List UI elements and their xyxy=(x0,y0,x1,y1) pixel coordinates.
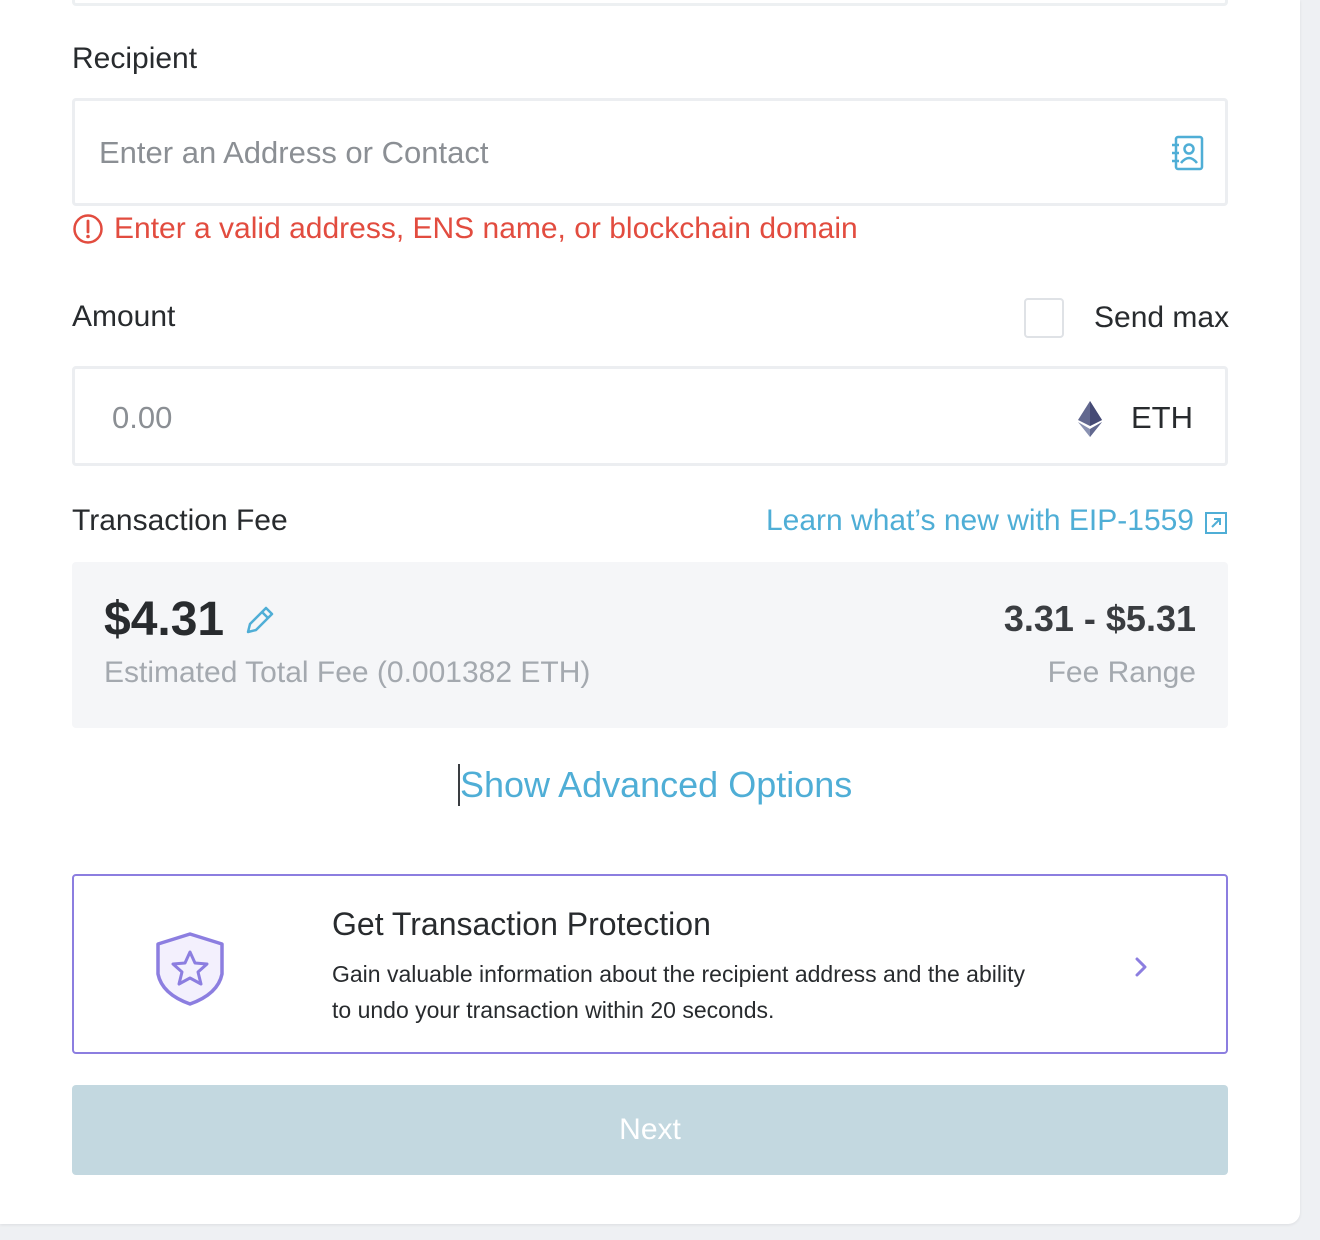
currency-label: ETH xyxy=(1131,400,1193,435)
protection-title: Get Transaction Protection xyxy=(332,906,711,942)
recipient-error-text: Enter a valid address, ENS name, or bloc… xyxy=(114,212,858,245)
edit-pencil-icon[interactable] xyxy=(242,604,276,638)
amount-input[interactable]: 0.00 ETH xyxy=(72,366,1228,466)
show-advanced-options-link[interactable]: Show Advanced Options xyxy=(458,764,852,806)
transaction-fee-label: Transaction Fee xyxy=(72,504,288,537)
send-max-label[interactable]: Send max xyxy=(1094,301,1229,335)
amount-placeholder: 0.00 xyxy=(112,400,173,435)
send-max-checkbox[interactable] xyxy=(1024,298,1064,338)
recipient-error: Enter a valid address, ENS name, or bloc… xyxy=(72,212,858,246)
ethereum-icon xyxy=(1075,399,1105,439)
send-form-card: Recipient Enter an Address or Contact En… xyxy=(0,0,1300,1224)
eip-1559-link[interactable]: Learn what’s new with EIP-1559 xyxy=(766,504,1228,538)
shield-star-icon xyxy=(154,930,226,1008)
fee-panel: $4.31 Estimated Total Fee (0.001382 ETH)… xyxy=(72,562,1228,728)
protection-description: Gain valuable information about the reci… xyxy=(332,961,1025,1023)
estimated-fee-value: $4.31 xyxy=(104,593,225,646)
fee-range-caption: Fee Range xyxy=(1047,656,1196,689)
recipient-input[interactable]: Enter an Address or Contact xyxy=(72,98,1228,206)
previous-field-edge xyxy=(72,0,1228,6)
next-button[interactable]: Next xyxy=(72,1085,1228,1175)
transaction-protection-card[interactable]: Get Transaction Protection Gain valuable… xyxy=(72,874,1228,1054)
recipient-label: Recipient xyxy=(72,42,198,75)
amount-label: Amount xyxy=(72,300,176,333)
address-book-icon[interactable] xyxy=(1171,135,1205,171)
eip-1559-link-text: Learn what’s new with EIP-1559 xyxy=(765,504,1194,537)
recipient-placeholder: Enter an Address or Contact xyxy=(99,135,489,170)
chevron-right-icon xyxy=(1132,956,1150,978)
alert-circle-icon xyxy=(72,213,104,245)
estimated-fee-caption: Estimated Total Fee (0.001382 ETH) xyxy=(104,656,591,689)
fee-range-value: 3.31 - $5.31 xyxy=(1003,598,1196,639)
external-link-icon xyxy=(1204,509,1228,534)
